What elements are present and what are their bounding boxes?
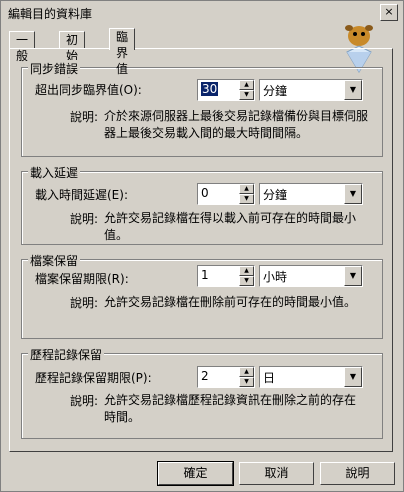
spin-up-icon[interactable]: ▲ xyxy=(239,184,254,194)
chevron-down-icon[interactable]: ▼ xyxy=(344,367,362,387)
spin-up-icon[interactable]: ▲ xyxy=(239,80,254,90)
spin-up-icon[interactable]: ▲ xyxy=(239,266,254,276)
dialog-window: 編輯目的資料庫 × 一般 初始化 臨界值 同步錯誤 超出同步臨界值(O): 30… xyxy=(0,0,404,492)
tab-initialization[interactable]: 初始化 xyxy=(59,31,86,79)
load-delay-desc-label: 說明: xyxy=(70,212,99,226)
file-retention-desc-label: 說明: xyxy=(70,296,99,310)
spin-down-icon[interactable]: ▼ xyxy=(239,194,254,204)
load-delay-label: 載入時間延遲(E): xyxy=(35,188,128,202)
history-retention-value[interactable]: 2 xyxy=(201,369,209,383)
spin-down-icon[interactable]: ▼ xyxy=(239,276,254,286)
history-retention-unit-select[interactable]: 日 ▼ xyxy=(259,366,363,388)
sync-threshold-value[interactable]: 30 xyxy=(201,82,219,96)
load-delay-unit: 分鐘 xyxy=(263,188,288,202)
history-retention-unit: 日 xyxy=(263,371,276,385)
sync-error-title: 同步錯誤 xyxy=(28,60,81,77)
spinner-buttons: ▲ ▼ xyxy=(239,184,254,204)
chevron-down-icon[interactable]: ▼ xyxy=(344,80,362,100)
window-title: 編輯目的資料庫 xyxy=(8,7,93,21)
ok-button[interactable]: 確定 xyxy=(157,461,234,486)
load-delay-unit-select[interactable]: 分鐘 ▼ xyxy=(259,183,363,205)
chevron-down-icon[interactable]: ▼ xyxy=(344,184,362,204)
file-retention-unit-select[interactable]: 小時 ▼ xyxy=(259,265,363,287)
tab-general[interactable]: 一般 xyxy=(9,31,36,63)
spin-up-icon[interactable]: ▲ xyxy=(239,367,254,377)
file-retention-description: 允許交易記錄檔在刪除前可存在的時間最小值。 xyxy=(104,295,357,309)
file-retention-unit: 小時 xyxy=(263,270,288,284)
spinner-buttons: ▲ ▼ xyxy=(239,266,254,286)
spin-down-icon[interactable]: ▼ xyxy=(239,377,254,387)
sync-description: 介於來源伺服器上最後交易記錄檔備份與目標伺服器上最後交易載入間的最大時間間隔。 xyxy=(104,109,369,140)
history-retention-title: 歷程記錄保留 xyxy=(28,346,105,363)
load-delay-title: 載入延遲 xyxy=(28,164,81,181)
spin-down-icon[interactable]: ▼ xyxy=(239,90,254,100)
file-retention-title: 檔案保留 xyxy=(28,252,81,269)
history-retention-desc-label: 說明: xyxy=(70,394,99,408)
sync-threshold-spinner[interactable]: 30 ▲ ▼ xyxy=(197,79,255,101)
help-button[interactable]: 說明 xyxy=(320,462,395,485)
history-retention-label: 歷程記錄保留期限(P): xyxy=(35,371,152,385)
sync-threshold-unit: 分鐘 xyxy=(263,84,288,98)
file-retention-spinner[interactable]: 1 ▲ ▼ xyxy=(197,265,255,287)
history-retention-spinner[interactable]: 2 ▲ ▼ xyxy=(197,366,255,388)
chevron-down-icon[interactable]: ▼ xyxy=(344,266,362,286)
file-retention-value[interactable]: 1 xyxy=(201,268,209,282)
sync-threshold-label: 超出同步臨界值(O): xyxy=(35,83,142,97)
history-retention-description: 允許交易記錄檔歷程記錄資訊在刪除之前的存在時間。 xyxy=(104,393,357,424)
file-retention-label: 檔案保留期限(R): xyxy=(35,272,129,286)
load-delay-description: 允許交易記錄檔在得以載入前可存在的時間最小值。 xyxy=(104,211,357,242)
load-delay-spinner[interactable]: 0 ▲ ▼ xyxy=(197,183,255,205)
spinner-buttons: ▲ ▼ xyxy=(239,80,254,100)
load-delay-value[interactable]: 0 xyxy=(201,186,209,200)
spinner-buttons: ▲ ▼ xyxy=(239,367,254,387)
sync-desc-label: 說明: xyxy=(70,110,99,124)
sync-threshold-unit-select[interactable]: 分鐘 ▼ xyxy=(259,79,363,101)
tab-thresholds[interactable]: 臨界值 xyxy=(109,28,136,76)
cancel-button[interactable]: 取消 xyxy=(239,462,314,485)
